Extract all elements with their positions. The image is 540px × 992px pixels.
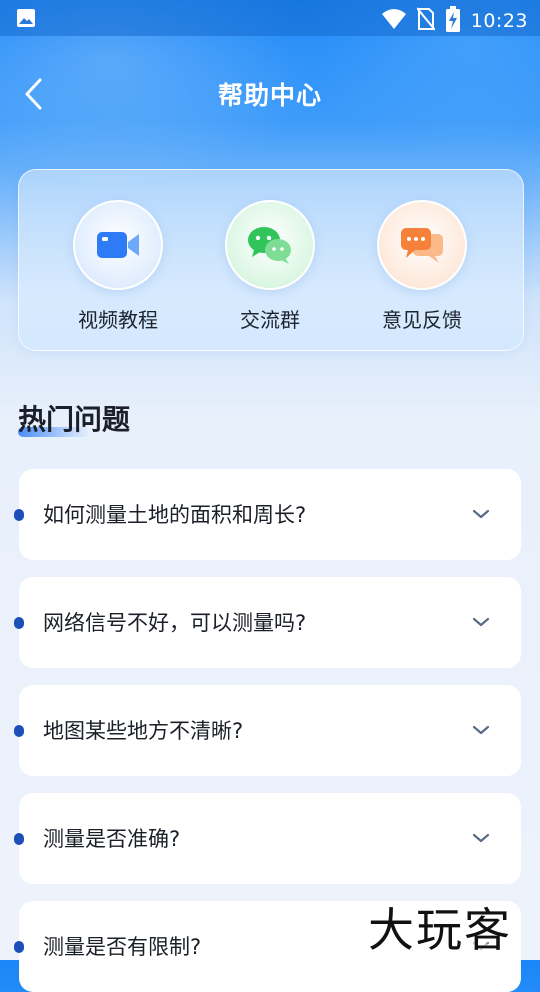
chevron-down-icon[interactable] bbox=[471, 828, 491, 848]
video-camera-icon bbox=[97, 232, 139, 258]
faq-question: 如何测量土地的面积和周长? bbox=[43, 503, 307, 527]
status-time: 10:23 bbox=[470, 10, 528, 32]
battery-charging-icon bbox=[445, 6, 461, 36]
image-icon bbox=[16, 8, 36, 32]
faq-item[interactable]: 测量是否准确? bbox=[14, 793, 521, 884]
wechat-icon bbox=[248, 227, 291, 264]
shortcut-group-chat[interactable]: 交流群 bbox=[205, 200, 335, 333]
bullet-dot bbox=[14, 941, 24, 953]
chevron-down-icon[interactable] bbox=[471, 612, 491, 632]
bullet-dot bbox=[14, 833, 24, 845]
no-sim-icon bbox=[415, 7, 436, 35]
faq-item[interactable]: 网络信号不好，可以测量吗? bbox=[14, 577, 521, 668]
faq-question: 测量是否有限制? bbox=[43, 935, 202, 959]
shortcut-label: 意见反馈 bbox=[382, 308, 462, 332]
chat-bubbles-icon bbox=[401, 228, 443, 263]
bullet-dot bbox=[14, 509, 24, 521]
faq-item[interactable]: 如何测量土地的面积和周长? bbox=[14, 469, 521, 560]
faq-question: 测量是否准确? bbox=[43, 827, 181, 851]
faq-section-title: 热门问题 bbox=[18, 403, 131, 436]
faq-item[interactable]: 地图某些地方不清晰? bbox=[14, 685, 521, 776]
watermark: 大玩客 bbox=[368, 903, 512, 957]
bullet-dot bbox=[14, 725, 24, 737]
chevron-down-icon[interactable] bbox=[471, 504, 491, 524]
faq-question: 地图某些地方不清晰? bbox=[43, 719, 244, 743]
status-bar: 10:23 bbox=[0, 0, 540, 36]
chevron-down-icon[interactable] bbox=[471, 720, 491, 740]
wifi-icon bbox=[381, 8, 407, 34]
shortcut-card: 视频教程 交流群 意见反馈 bbox=[18, 169, 524, 351]
shortcut-label: 交流群 bbox=[240, 308, 300, 332]
shortcut-video-tutorial[interactable]: 视频教程 bbox=[53, 200, 183, 333]
shortcut-label: 视频教程 bbox=[78, 308, 158, 332]
page-title: 帮助中心 bbox=[217, 81, 322, 110]
shortcut-feedback[interactable]: 意见反馈 bbox=[357, 200, 487, 333]
faq-question: 网络信号不好，可以测量吗? bbox=[43, 611, 307, 635]
bullet-dot bbox=[14, 617, 24, 629]
